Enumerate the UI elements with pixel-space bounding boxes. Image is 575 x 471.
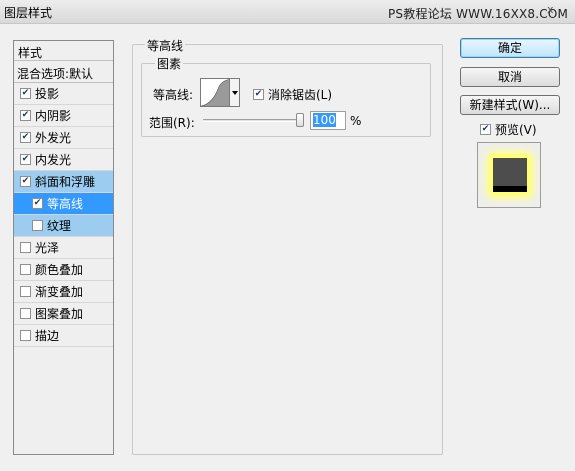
style-item-pattern-overlay[interactable]: 图案叠加 [14,303,113,325]
anti-alias-check-box[interactable]: ✔ [253,89,264,100]
title-bar: 图层样式 PS教程论坛 WWW.16XX8.COM x [0,0,575,24]
contour-group-title: 等高线 [145,37,186,54]
style-item-label: 等高线 [47,197,84,211]
style-item-label: 渐变叠加 [35,285,84,299]
anti-alias-checkbox[interactable]: ✔ 消除锯齿(L) [253,86,332,103]
style-item-label: 纹理 [47,219,72,233]
checkbox-bevel-emboss[interactable]: ✔ [20,176,31,187]
checkbox-inner-glow[interactable]: ✔ [20,154,31,165]
style-item-satin[interactable]: 光泽 [14,237,113,259]
style-item-label: 外发光 [35,131,72,145]
style-item-color-overlay[interactable]: 颜色叠加 [14,259,113,281]
watermark-text: PS教程论坛 WWW.16XX8.COM [388,7,569,21]
style-item-inner-shadow[interactable]: ✔ 内阴影 [14,105,113,127]
preview-check-box[interactable]: ✔ [480,124,491,135]
contour-curve-icon [201,79,229,106]
checkbox-texture[interactable] [32,220,43,231]
style-item-label: 颜色叠加 [35,263,84,277]
style-item-label: 光泽 [35,241,60,255]
cancel-button[interactable]: 取消 [460,67,560,87]
range-label: 范围(R): [149,116,195,130]
preview-glow-square [493,158,527,192]
style-item-label: 描边 [35,329,60,343]
preview-label: 预览(V) [495,123,537,137]
window-title: 图层样式 [4,6,53,20]
anti-alias-label: 消除锯齿(L) [268,88,333,102]
checkbox-drop-shadow[interactable]: ✔ [20,88,31,99]
style-item-label: 斜面和浮雕 [35,175,96,189]
style-item-outer-glow[interactable]: ✔ 外发光 [14,127,113,149]
style-item-bevel-emboss[interactable]: ✔ 斜面和浮雕 [14,171,113,193]
style-item-inner-glow[interactable]: ✔ 内发光 [14,149,113,171]
styles-header[interactable]: 样式 [14,41,113,61]
contour-preview-swatch[interactable] [200,78,230,107]
range-slider-thumb[interactable] [296,113,304,127]
style-item-stroke[interactable]: 描边 [14,325,113,347]
ok-button[interactable]: 确定 [460,38,560,58]
checkbox-satin[interactable] [20,242,31,253]
checkbox-contour[interactable]: ✔ [32,198,43,209]
range-input-value: 100 [313,113,336,127]
preview-checkbox[interactable]: ✔ 预览(V) [480,121,537,138]
range-slider-track[interactable] [203,119,304,122]
close-icon[interactable]: x [547,3,554,16]
blend-options-item[interactable]: 混合选项:默认 [14,61,113,83]
contour-label: 等高线: [153,88,194,102]
style-item-contour[interactable]: ✔ 等高线 [14,193,113,215]
checkbox-gradient-overlay[interactable] [20,286,31,297]
style-item-texture[interactable]: 纹理 [14,215,113,237]
style-item-label: 内发光 [35,153,72,167]
checkbox-stroke[interactable] [20,330,31,341]
checkbox-color-overlay[interactable] [20,264,31,275]
chevron-down-icon[interactable] [230,78,240,107]
checkbox-inner-shadow[interactable]: ✔ [20,110,31,121]
new-style-button[interactable]: 新建样式(W)... [460,95,560,115]
styles-list: 样式 混合选项:默认 ✔ 投影 ✔ 内阴影 ✔ 外发光 ✔ 内发光 ✔ 斜面和浮… [13,40,114,455]
range-unit: % [350,114,362,128]
range-input[interactable]: 100 [310,111,346,130]
style-item-label: 内阴影 [35,109,72,123]
style-item-label: 图案叠加 [35,307,84,321]
style-preview-thumbnail [477,142,541,208]
checkbox-pattern-overlay[interactable] [20,308,31,319]
style-item-label: 投影 [35,87,60,101]
style-item-drop-shadow[interactable]: ✔ 投影 [14,83,113,105]
style-item-gradient-overlay[interactable]: 渐变叠加 [14,281,113,303]
checkbox-outer-glow[interactable]: ✔ [20,132,31,143]
elements-group-title: 图素 [155,55,184,72]
